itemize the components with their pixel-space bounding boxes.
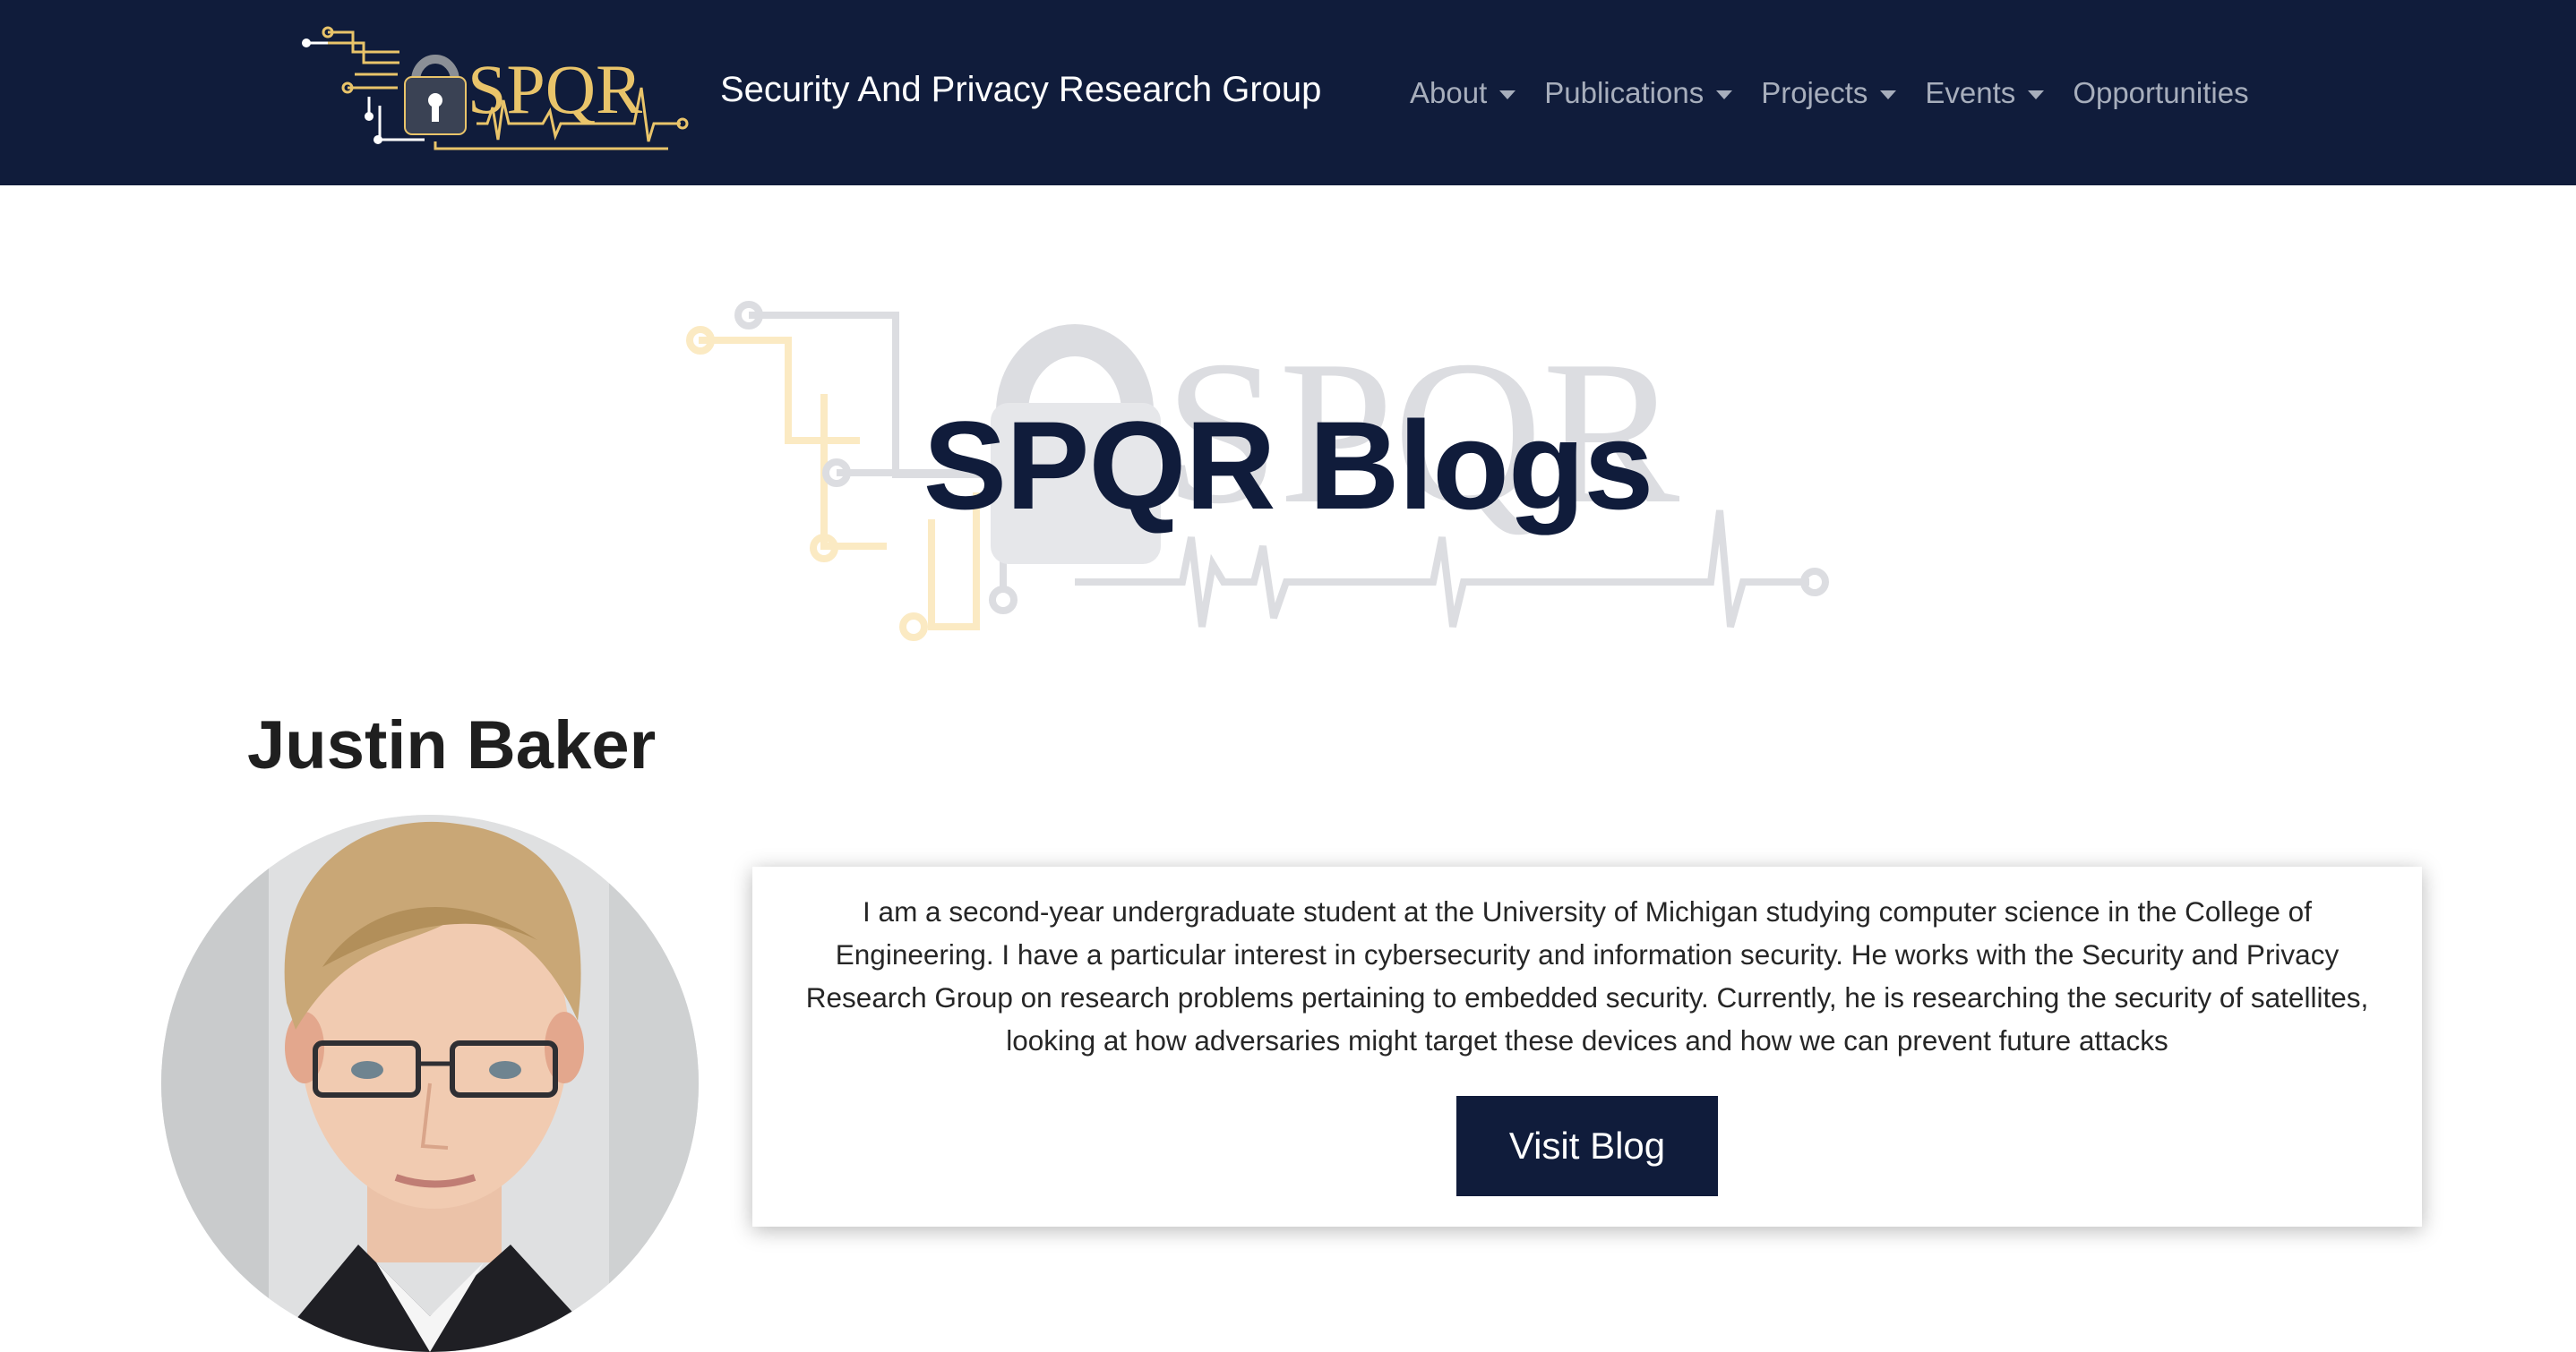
blog-card: I am a second-year undergraduate student…: [752, 867, 2422, 1227]
author-name: Justin Baker: [247, 707, 657, 783]
nav-projects[interactable]: Projects: [1761, 76, 1897, 110]
nav-publications[interactable]: Publications: [1544, 76, 1733, 110]
chevron-down-icon: [1716, 90, 1733, 99]
chevron-down-icon: [1499, 90, 1516, 99]
nav-about[interactable]: About: [1410, 76, 1516, 110]
nav-about-label: About: [1410, 76, 1488, 109]
nav-opportunities-label: Opportunities: [2073, 76, 2249, 109]
chevron-down-icon: [2028, 90, 2045, 99]
top-navbar: SPQR Security And Privacy Research Group…: [0, 0, 2576, 185]
main-nav: About Publications Projects Events Oppor…: [1410, 70, 2278, 116]
site-title[interactable]: Security And Privacy Research Group: [720, 64, 1321, 115]
author-bio: I am a second-year undergraduate student…: [805, 895, 2369, 1057]
visit-blog-button[interactable]: Visit Blog: [1456, 1096, 1718, 1196]
nav-events-label: Events: [1925, 76, 2016, 109]
svg-text:SPQR: SPQR: [468, 50, 642, 128]
nav-projects-label: Projects: [1761, 76, 1868, 109]
page-title: SPQR Blogs: [923, 395, 1654, 535]
nav-publications-label: Publications: [1544, 76, 1704, 109]
chevron-down-icon: [1880, 90, 1897, 99]
author-avatar: [161, 815, 699, 1352]
nav-events[interactable]: Events: [1925, 76, 2045, 110]
nav-opportunities[interactable]: Opportunities: [2073, 76, 2248, 110]
spqr-logo[interactable]: SPQR: [301, 25, 695, 159]
portrait-photo: [161, 815, 699, 1352]
